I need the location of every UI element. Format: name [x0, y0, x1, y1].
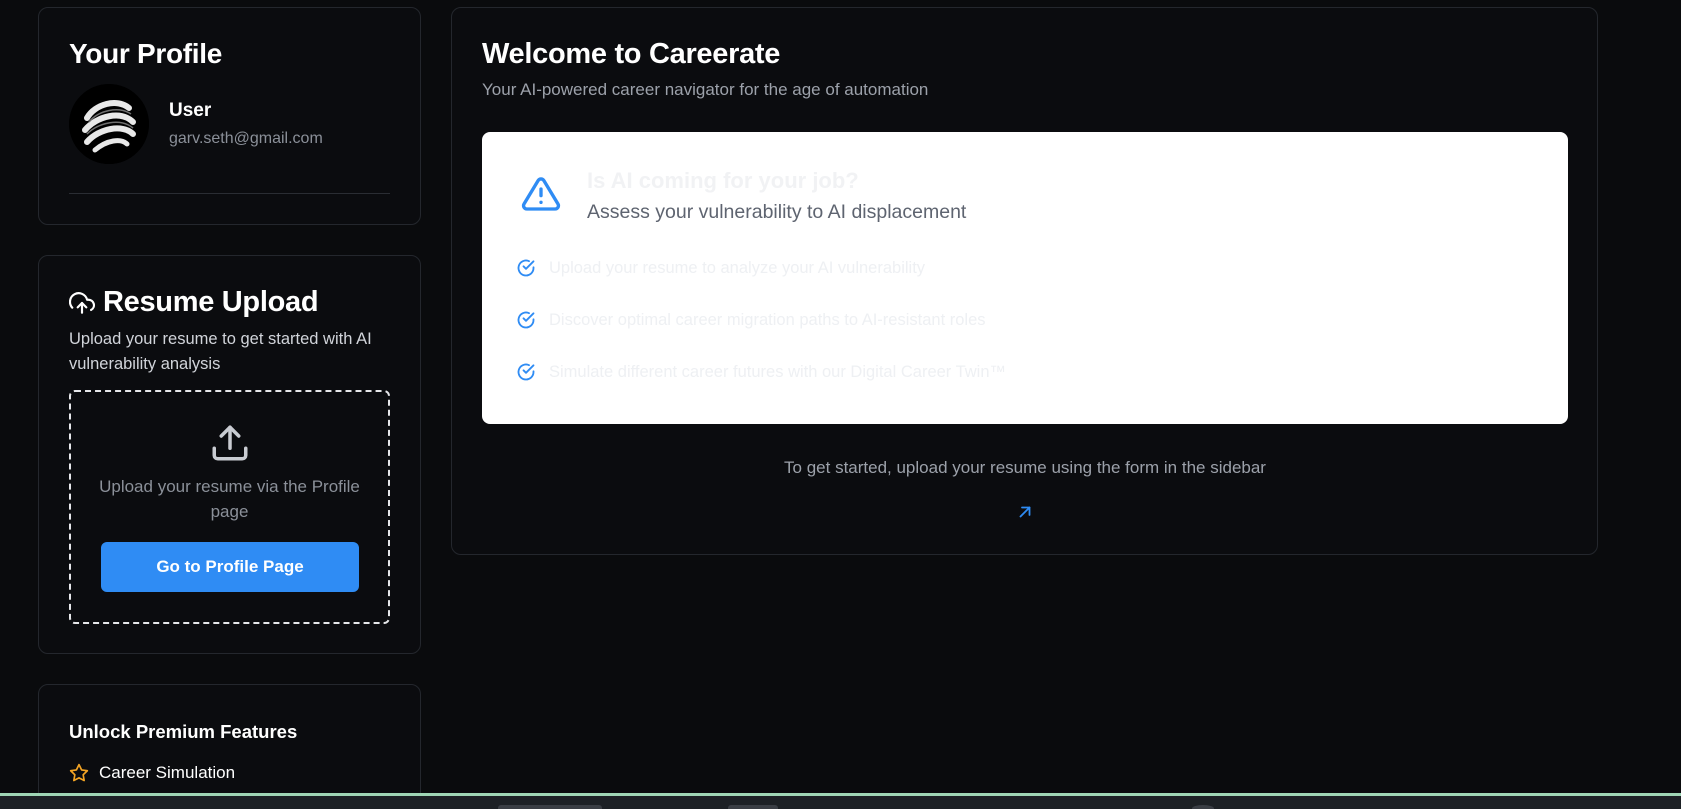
page-subtitle: Your AI-powered career navigator for the… — [482, 80, 929, 99]
page-title: Welcome to Careerate — [482, 38, 781, 70]
resume-description: Upload your resume to get started with A… — [69, 330, 372, 373]
avatar[interactable] — [69, 84, 149, 164]
taskbar — [0, 793, 1681, 809]
cloud-upload-icon — [69, 291, 95, 314]
feature-text: Simulate different career futures with o… — [549, 362, 1007, 381]
profile-card: Your Profile User garv.seth@gmail.com — [38, 7, 421, 225]
taskbar-item[interactable] — [498, 805, 602, 809]
check-circle-icon — [517, 259, 535, 277]
premium-item-career-simulation[interactable]: Career Simulation — [69, 763, 235, 783]
taskbar-item[interactable] — [1192, 805, 1214, 809]
feature-text: Upload your resume to analyze your AI vu… — [549, 258, 926, 277]
resume-dropzone[interactable]: Upload your resume via the Profile page … — [69, 390, 390, 624]
panel-heading: Is AI coming for your job? — [587, 168, 859, 193]
feature-item: Simulate different career futures with o… — [516, 362, 1006, 382]
welcome-card: Welcome to Careerate Your AI-powered car… — [451, 7, 1598, 555]
star-icon — [69, 763, 89, 782]
avatar-logo-icon — [69, 84, 149, 164]
resume-title-row: Resume Upload — [69, 286, 319, 319]
user-email: garv.seth@gmail.com — [169, 130, 323, 147]
taskbar-item[interactable] — [728, 805, 778, 809]
feature-item: Upload your resume to analyze your AI vu… — [516, 258, 925, 278]
dropzone-text: Upload your resume via the Profile page — [99, 477, 360, 521]
get-started-hint: To get started, upload your resume using… — [784, 458, 1266, 477]
feature-item: Discover optimal career migration paths … — [516, 310, 986, 330]
ai-vulnerability-panel: Is AI coming for your job? Assess your v… — [482, 132, 1568, 424]
premium-title: Unlock Premium Features — [69, 721, 298, 742]
upload-icon — [212, 425, 248, 461]
arrow-up-right-icon — [1019, 506, 1031, 518]
panel-subheading: Assess your vulnerability to AI displace… — [587, 201, 967, 223]
profile-title: Your Profile — [69, 38, 223, 69]
resume-title: Resume Upload — [103, 286, 319, 318]
premium-item-label: Career Simulation — [99, 763, 236, 782]
check-circle-icon — [517, 311, 535, 329]
go-to-profile-button[interactable]: Go to Profile Page — [101, 542, 359, 592]
warning-icon — [521, 177, 561, 211]
premium-card: Unlock Premium Features Career Simulatio… — [38, 684, 421, 809]
check-circle-icon — [517, 363, 535, 381]
divider — [69, 193, 390, 194]
user-name: User — [169, 100, 212, 121]
feature-text: Discover optimal career migration paths … — [549, 310, 986, 329]
resume-upload-card: Resume Upload Upload your resume to get … — [38, 255, 421, 654]
app-page: Your Profile User garv.seth@gmail.com Re… — [0, 0, 1681, 809]
